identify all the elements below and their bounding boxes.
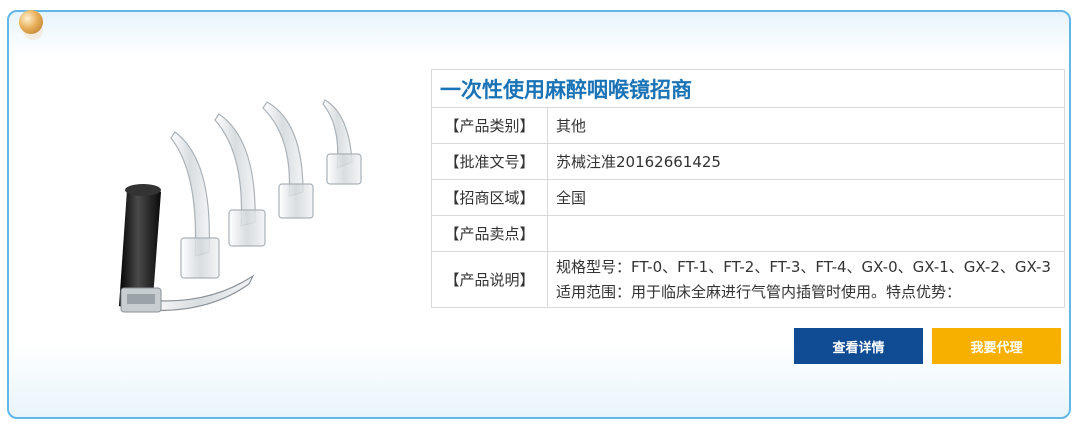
description-label: 【产品说明】: [431, 251, 548, 308]
category-value: 其他: [547, 107, 1065, 144]
category-label: 【产品类别】: [431, 107, 548, 144]
selling-point-value: [547, 215, 1065, 252]
table-row: 【招商区域】 全国: [431, 179, 1065, 216]
become-agent-button[interactable]: 我要代理: [932, 328, 1061, 364]
product-image[interactable]: [57, 62, 417, 342]
corner-ball-icon: [19, 10, 43, 34]
view-details-button[interactable]: 查看详情: [794, 328, 923, 364]
table-row: 【产品类别】 其他: [431, 107, 1065, 144]
table-row: 【批准文号】 苏械注准20162661425: [431, 143, 1065, 180]
product-title[interactable]: 一次性使用麻醉咽喉镜招商: [431, 69, 1065, 108]
table-row: 【产品卖点】: [431, 215, 1065, 252]
approval-label: 【批准文号】: [431, 143, 548, 180]
region-label: 【招商区域】: [431, 179, 548, 216]
approval-value: 苏械注准20162661425: [547, 143, 1065, 180]
selling-point-label: 【产品卖点】: [431, 215, 548, 252]
table-row: 【产品说明】 规格型号：FT-0、FT-1、FT-2、FT-3、FT-4、GX-…: [431, 251, 1065, 308]
region-value: 全国: [547, 179, 1065, 216]
product-card: 一次性使用麻醉咽喉镜招商 【产品类别】 其他 【批准文号】 苏械注准201626…: [7, 10, 1071, 419]
product-info-table: 一次性使用麻醉咽喉镜招商 【产品类别】 其他 【批准文号】 苏械注准201626…: [431, 69, 1065, 308]
description-value: 规格型号：FT-0、FT-1、FT-2、FT-3、FT-4、GX-0、GX-1、…: [547, 251, 1065, 308]
